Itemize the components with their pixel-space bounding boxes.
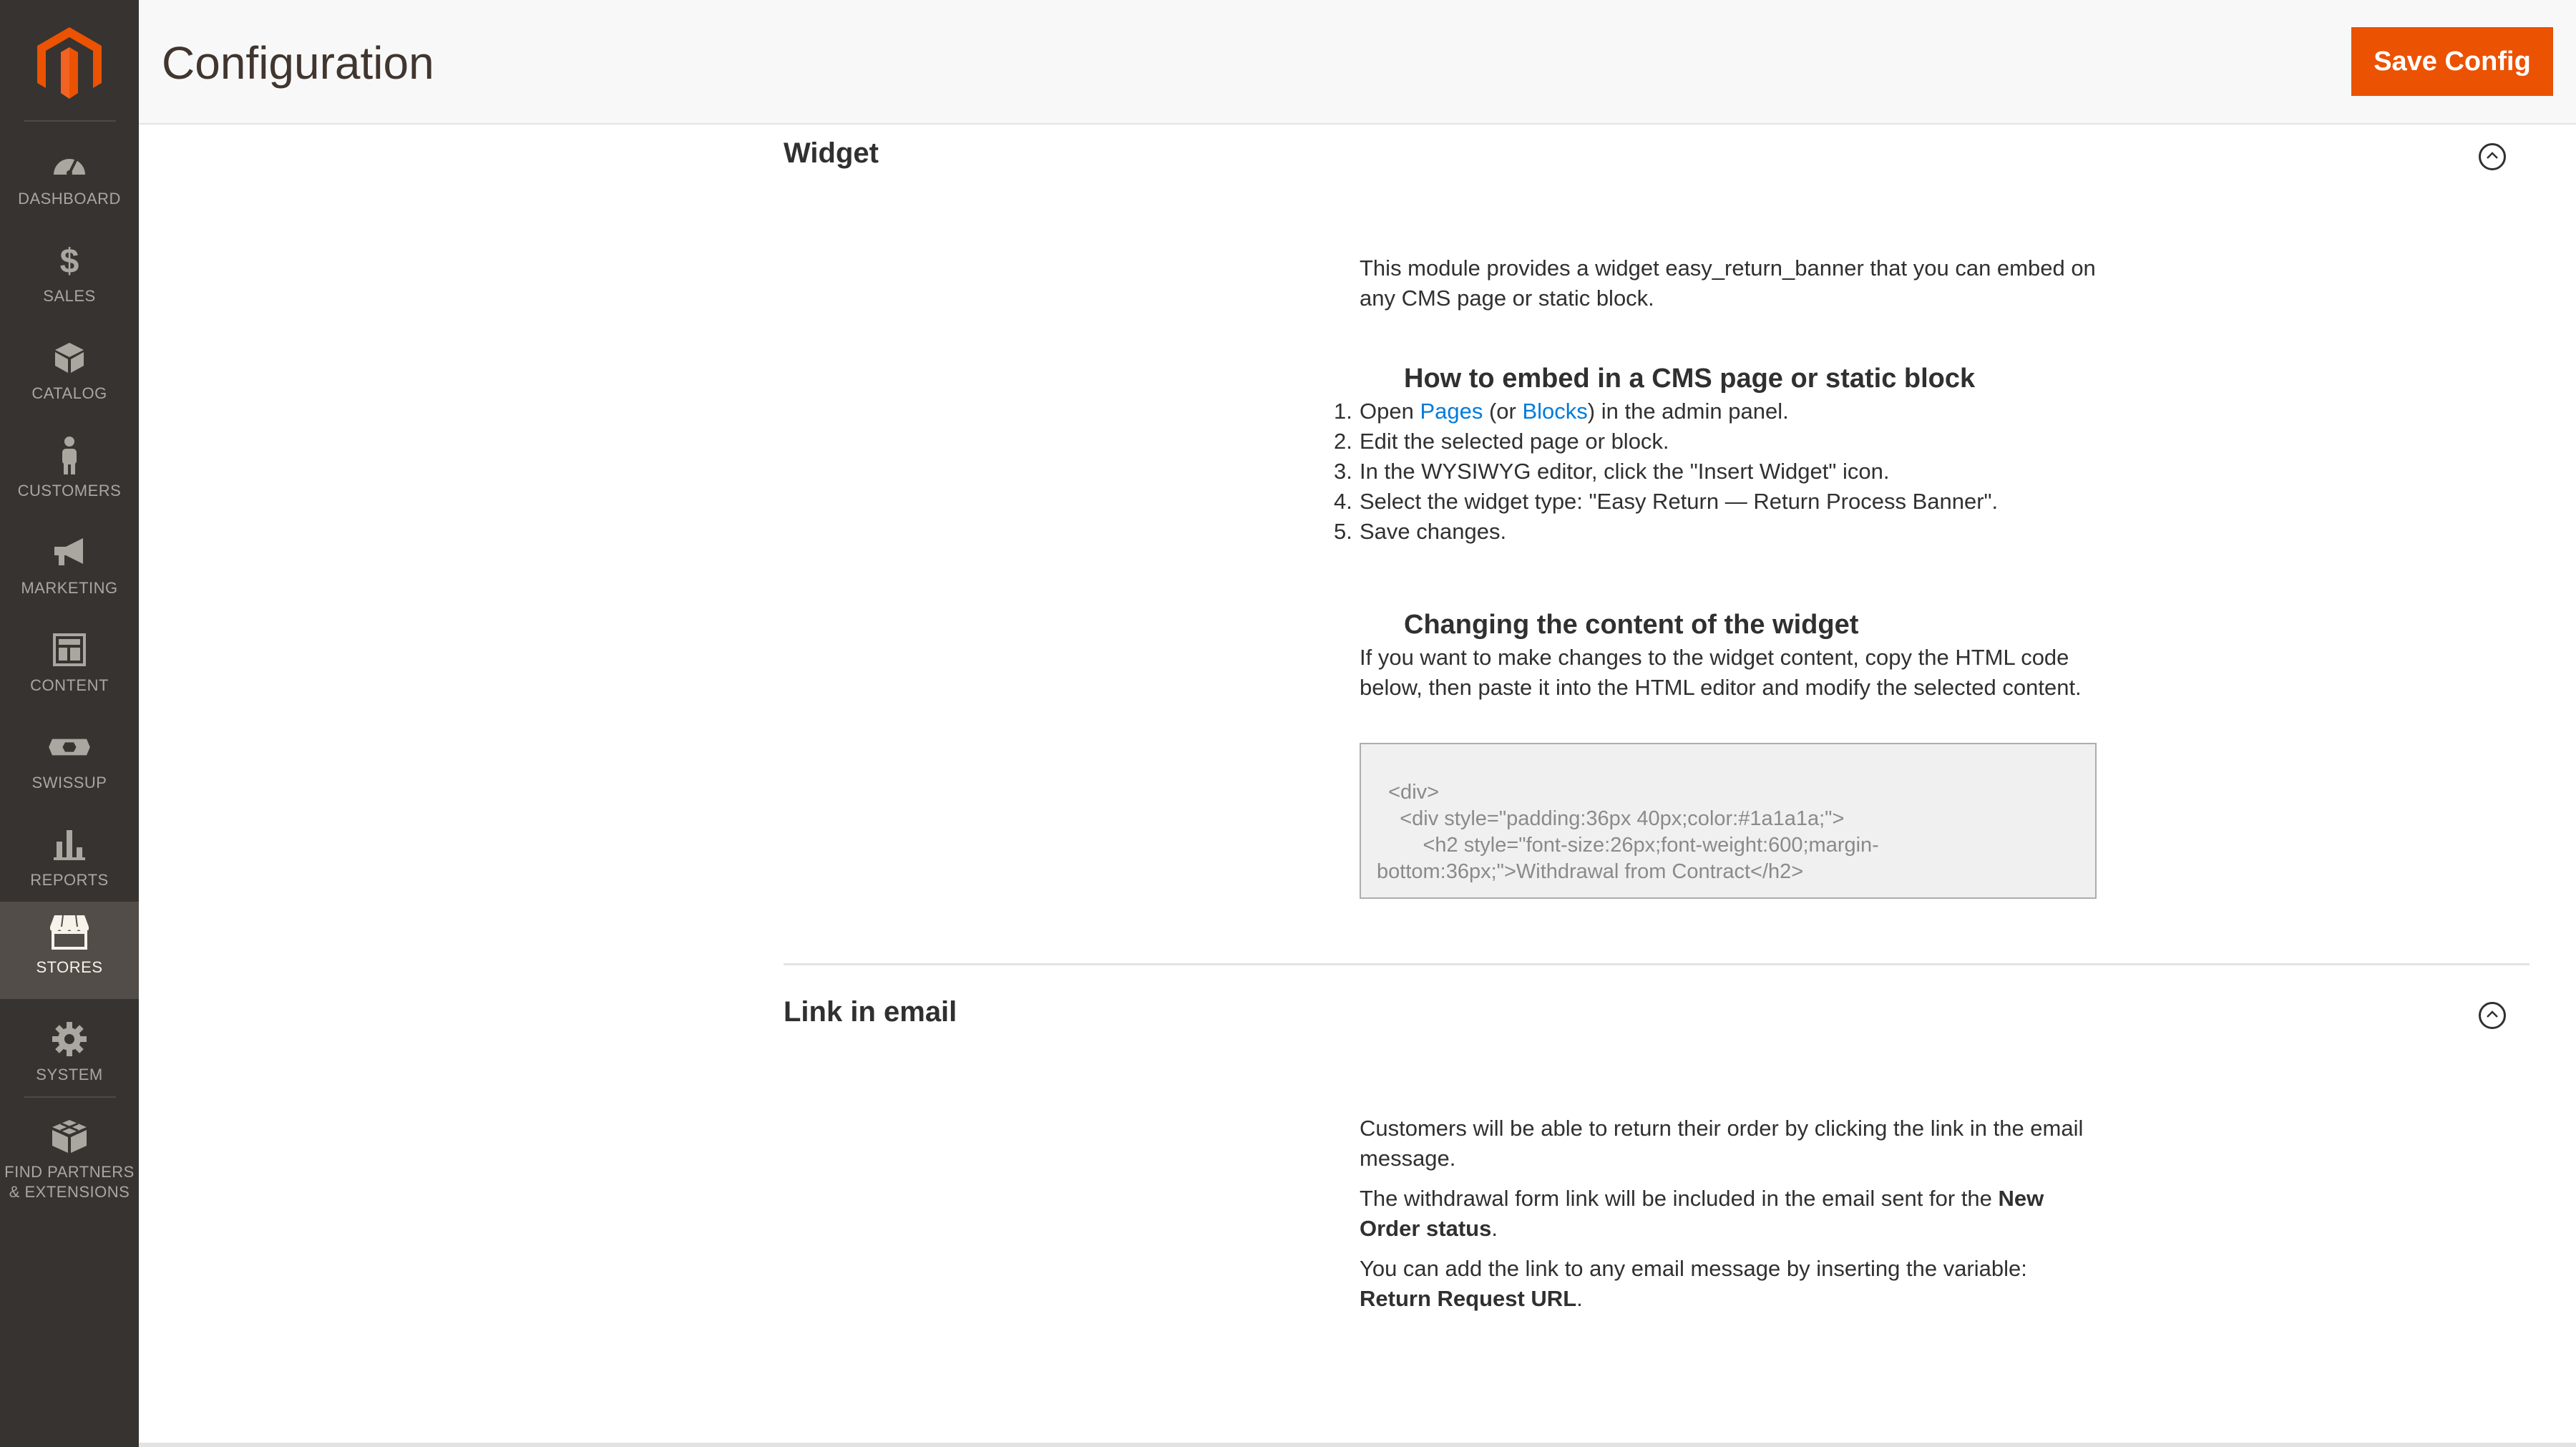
- sidebar-item-find-partners[interactable]: FIND PARTNERS & EXTENSIONS: [0, 1106, 139, 1221]
- widget-intro-text: This module provides a widget easy_retur…: [1360, 255, 2096, 311]
- sidebar-item-label: CATALOG: [31, 384, 107, 402]
- sidebar-item-label: FIND PARTNERS & EXTENSIONS: [4, 1163, 135, 1201]
- list-item: 1. Open Pages (or Blocks) in the admin pa…: [1334, 399, 1789, 424]
- sidebar-item-label: SWISSUP: [31, 774, 107, 791]
- blocks-icon: [48, 1115, 91, 1158]
- embed-instructions-title: How to embed in a CMS page or static blo…: [1404, 364, 1976, 394]
- page-header: Configuration Save Config: [139, 0, 2576, 125]
- admin-sidebar: DASHBOARD $ SALES CATALOG CUSTOMERS MARK…: [0, 0, 139, 1447]
- embed-steps: 1. Open Pages (or Blocks) in the admin pa…: [1334, 396, 2097, 547]
- sidebar-divider: [24, 1096, 116, 1098]
- sidebar-item-label: CUSTOMERS: [17, 482, 122, 500]
- box-icon: [48, 336, 91, 379]
- page-title: Configuration: [162, 37, 434, 89]
- email-variable-text: You can add the link to any email messag…: [1360, 1256, 2027, 1311]
- sidebar-item-label: DASHBOARD: [18, 190, 121, 208]
- person-icon: [48, 434, 91, 477]
- pages-link[interactable]: Pages: [1420, 399, 1483, 424]
- sidebar-divider: [24, 120, 116, 122]
- gear-icon: [48, 1018, 91, 1061]
- sidebar-item-marketing[interactable]: MARKETING: [0, 522, 139, 620]
- swissup-icon: [48, 726, 91, 769]
- section-title-link-in-email[interactable]: Link in email: [784, 996, 957, 1028]
- list-item: 4. Select the widget type: "Easy Return —…: [1334, 489, 1999, 514]
- svg-text:$: $: [60, 243, 79, 278]
- sidebar-item-customers[interactable]: CUSTOMERS: [0, 425, 139, 522]
- chevron-up-icon: [2486, 1009, 2499, 1022]
- chevron-up-icon: [2486, 150, 2499, 163]
- widget-html-code-textarea[interactable]: <div> <div style="padding:36px 40px;colo…: [1360, 743, 2097, 899]
- sidebar-item-stores[interactable]: STORES: [0, 902, 139, 999]
- email-link-text: Customers will be able to return their o…: [1360, 1116, 2084, 1171]
- resize-handle-icon[interactable]: [2082, 885, 2092, 895]
- sidebar-item-system[interactable]: SYSTEM: [0, 1009, 139, 1106]
- store-icon: [48, 910, 91, 953]
- sidebar-item-label: SYSTEM: [36, 1066, 103, 1083]
- sidebar-item-dashboard[interactable]: DASHBOARD: [0, 133, 139, 230]
- change-content-title: Changing the content of the widget: [1404, 610, 1859, 640]
- sidebar-item-reports[interactable]: REPORTS: [0, 814, 139, 912]
- section-divider: [784, 963, 2529, 965]
- list-item: 5. Save changes.: [1334, 519, 1507, 544]
- sidebar-item-label: REPORTS: [30, 871, 109, 889]
- sidebar-item-label: CONTENT: [30, 676, 109, 694]
- email-order-status-text: The withdrawal form link will be include…: [1360, 1186, 2044, 1241]
- dashboard-icon: [48, 142, 91, 185]
- bar-chart-icon: [48, 823, 91, 866]
- collapse-widget-button[interactable]: [2479, 143, 2506, 170]
- layout-icon: [48, 628, 91, 671]
- list-item: 3. In the WYSIWYG editor, click the "Inse…: [1334, 459, 1890, 484]
- dollar-icon: $: [48, 239, 91, 282]
- collapse-link-in-email-button[interactable]: [2479, 1002, 2506, 1029]
- megaphone-icon: [48, 531, 91, 574]
- section-title-widget[interactable]: Widget: [784, 137, 879, 170]
- sidebar-item-content[interactable]: CONTENT: [0, 620, 139, 717]
- change-content-text: If you want to make changes to the widge…: [1360, 645, 2082, 700]
- sidebar-item-label: MARKETING: [21, 579, 118, 597]
- list-item: 2. Edit the selected page or block.: [1334, 429, 1669, 454]
- sidebar-item-label: SALES: [43, 287, 96, 305]
- save-config-button[interactable]: Save Config: [2351, 27, 2553, 96]
- sidebar-item-swissup[interactable]: SWISSUP: [0, 717, 139, 814]
- magento-logo-icon[interactable]: [37, 27, 102, 99]
- page-bottom-border: [139, 1443, 2576, 1447]
- sidebar-item-catalog[interactable]: CATALOG: [0, 328, 139, 425]
- sidebar-item-label: STORES: [36, 958, 103, 976]
- sidebar-item-sales[interactable]: $ SALES: [0, 230, 139, 328]
- blocks-link[interactable]: Blocks: [1522, 399, 1587, 424]
